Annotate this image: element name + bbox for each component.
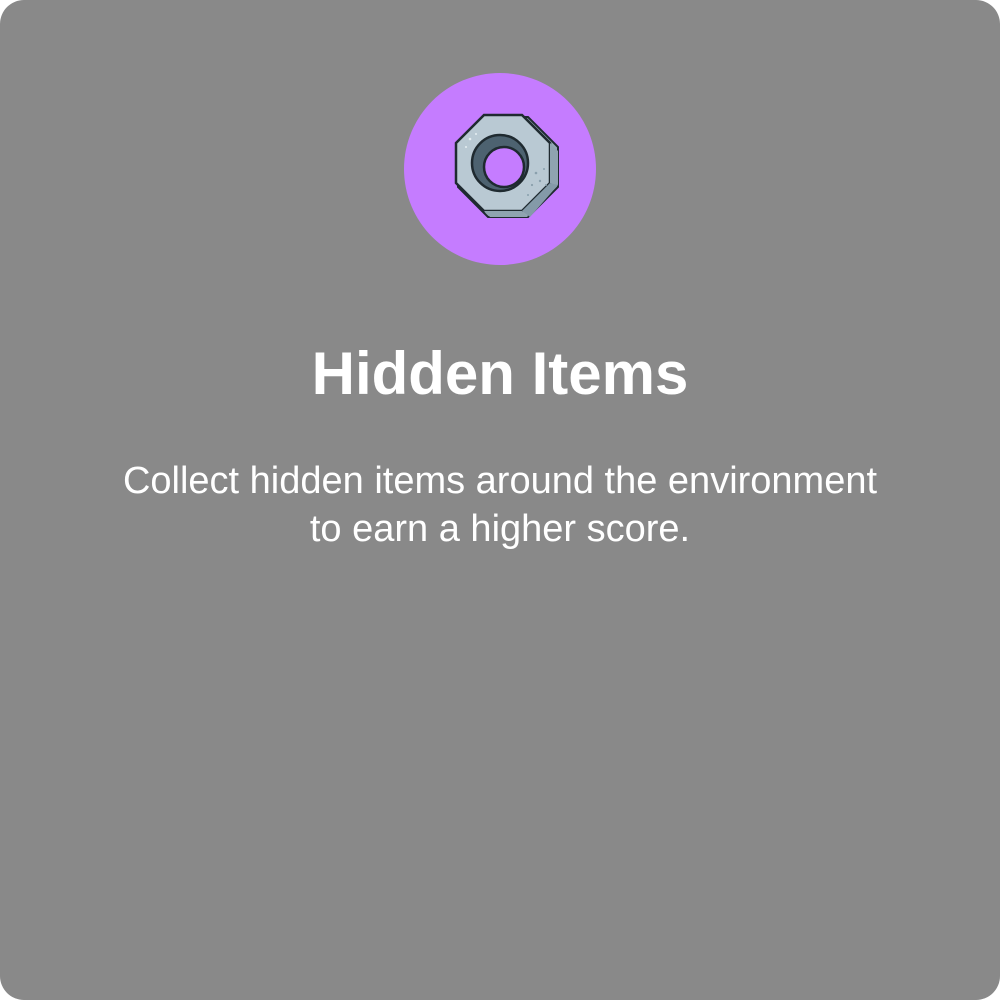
hex-nut-icon bbox=[454, 113, 559, 218]
card-description: Collect hidden items around the environm… bbox=[60, 457, 940, 553]
hidden-items-card: Hidden Items Collect hidden items around… bbox=[0, 0, 1000, 1000]
card-description-line-2: to earn a higher score. bbox=[309, 508, 691, 550]
icon-badge bbox=[404, 73, 596, 265]
card-description-line-1: Collect hidden items around the environm… bbox=[122, 460, 878, 502]
card-title: Hidden Items bbox=[311, 340, 689, 407]
